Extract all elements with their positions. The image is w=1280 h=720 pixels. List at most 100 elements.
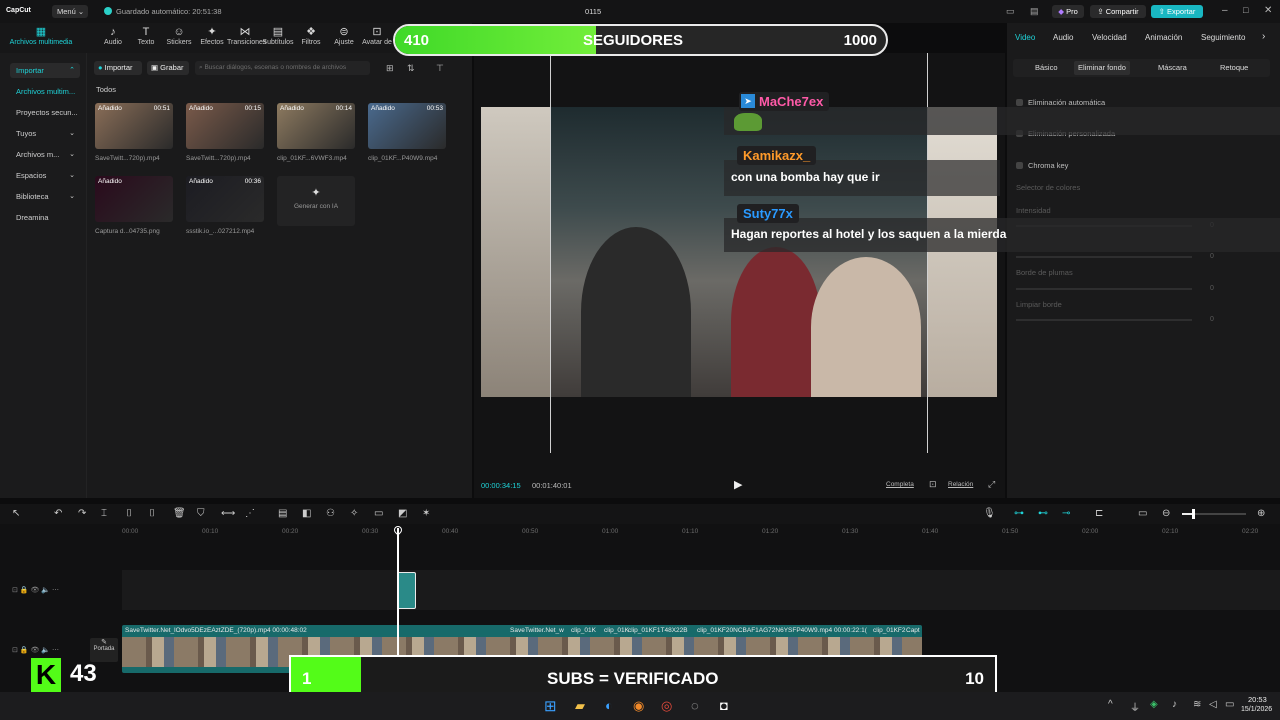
sidebar-item-5[interactable]: Espacios ⌄ [10, 168, 80, 183]
clip-label[interactable]: clip_01KF20NCBAF1AG72N6YSFP40W9.mp4 [697, 627, 832, 634]
media-item[interactable]: Añadido Captura d...04735.png [95, 176, 173, 235]
pro-button[interactable]: ◆ Pro [1052, 5, 1084, 18]
crop-icon[interactable]: ⟷ [221, 508, 235, 519]
obs-icon[interactable]: ◌ [691, 698, 699, 713]
media-thumbnail[interactable]: Añadido 00:51 [95, 103, 173, 149]
media-item[interactable]: Añadido 00:36 ssstik.io_...027212.mp4 [186, 176, 264, 235]
right-tab-2[interactable]: Velocidad [1092, 33, 1127, 42]
zoom-slider-thumb[interactable] [1192, 509, 1195, 519]
toolbar-avatar-button[interactable]: ⊡ Avatar de [359, 26, 395, 46]
sidebar-item-4[interactable]: Archivos m... ⌄ [10, 147, 80, 162]
magnet-icon[interactable]: ⊷ [1038, 508, 1048, 519]
effect-icon[interactable]: ⋰ [245, 508, 255, 519]
layout-icon[interactable]: ▭ [1006, 6, 1015, 17]
capcut-taskbar-icon[interactable]: ◘ [720, 698, 728, 713]
split-icon[interactable]: ⌶ [101, 508, 107, 519]
shortcut-icon[interactable]: ▤ [1030, 6, 1039, 17]
person-icon[interactable]: ⚇ [326, 508, 335, 519]
mirror-icon[interactable]: ◧ [302, 508, 311, 519]
record-button[interactable]: ▣ Grabar [147, 61, 189, 75]
right-subtab-1[interactable]: Eliminar fondo [1074, 61, 1130, 75]
media-search-input[interactable]: ⌕ Buscar diálogos, escenas o nombres de … [195, 61, 370, 75]
windows-start-icon[interactable]: ⊞ [544, 697, 557, 715]
sidebar-item-2[interactable]: Proyectos secun... [10, 105, 80, 120]
close-icon[interactable]: ✕ [1264, 5, 1272, 16]
chrome-icon[interactable]: ◎ [661, 698, 672, 714]
mic-icon[interactable]: 🎙 [983, 508, 996, 519]
edge-icon[interactable]: ◐ [605, 698, 613, 713]
tabs-more-icon[interactable]: › [1262, 31, 1265, 42]
export-button[interactable]: ⇧ Exportar [1151, 5, 1203, 18]
tray-chevron-icon[interactable]: ^ [1108, 699, 1113, 710]
file-explorer-icon[interactable]: ▰ [575, 698, 585, 714]
volume-icon[interactable]: ◁ [1209, 699, 1217, 710]
right-tab-0[interactable]: Video [1015, 33, 1035, 42]
aspect-ratio-button[interactable]: Relación [948, 481, 973, 488]
sidebar-item-0[interactable]: Importar ⌃ [10, 63, 80, 78]
tray-mic-icon[interactable]: ♪ [1172, 699, 1177, 710]
sidebar-item-1[interactable]: Archivos multim... [10, 84, 80, 99]
toolbar-filter-button[interactable]: ❖ Filtros [293, 26, 329, 46]
media-thumbnail[interactable]: Añadido 00:53 [368, 103, 446, 149]
cover-button[interactable]: ✎ Portada [90, 638, 118, 662]
media-thumbnail[interactable]: Añadido 00:36 [186, 176, 264, 222]
firefox-icon[interactable]: ◉ [633, 698, 644, 714]
right-tab-3[interactable]: Animación [1145, 33, 1182, 42]
zoom-fit-icon[interactable]: ▭ [1138, 508, 1147, 519]
right-tab-4[interactable]: Seguimiento [1201, 33, 1245, 42]
filter-icon[interactable]: ⊤ [436, 63, 444, 74]
sidebar-item-7[interactable]: Dreamina [10, 210, 80, 225]
right-subtab-2[interactable]: Máscara [1154, 61, 1191, 75]
preview-axis-icon[interactable]: ⊏ [1095, 508, 1103, 519]
toolbar-media-button[interactable]: ▦ Archivos multimedia [4, 26, 78, 46]
clip-label[interactable]: clip_01KF1T48X22B [628, 627, 688, 634]
sidebar-item-3[interactable]: Tuyos ⌄ [10, 126, 80, 141]
clip-label[interactable]: clip_01K [604, 627, 629, 634]
snapshot-icon[interactable]: ⊡ [929, 479, 937, 490]
select-tool-icon[interactable]: ↖ [12, 508, 20, 519]
wifi-icon[interactable]: ≋ [1193, 699, 1201, 710]
maximize-icon[interactable]: □ [1243, 5, 1248, 15]
shield-icon[interactable]: ◈ [1150, 699, 1158, 710]
minimize-icon[interactable]: – [1222, 5, 1228, 16]
media-thumbnail[interactable]: Añadido 00:15 [186, 103, 264, 149]
toolbar-adjust-button[interactable]: ⊜ Ajuste [326, 26, 362, 46]
redo-icon[interactable]: ↷ [78, 508, 86, 519]
right-tab-1[interactable]: Audio [1053, 33, 1073, 42]
caption-icon[interactable]: ▭ [374, 508, 383, 519]
share-button[interactable]: ⇪ Compartir [1090, 5, 1146, 18]
import-button[interactable]: ● Importar [94, 61, 142, 75]
media-item[interactable]: Añadido 00:51 SaveTwitt...720p).mp4 [95, 103, 173, 162]
right-slider-3[interactable] [1016, 319, 1192, 321]
filter-all-label[interactable]: Todos [96, 85, 116, 94]
sort-icon[interactable]: ⇅ [407, 63, 415, 74]
toolbar-text-button[interactable]: T Texto [128, 26, 164, 46]
right-slider-1[interactable] [1016, 256, 1192, 258]
link-icon[interactable]: ⊶ [1014, 508, 1024, 519]
snap-icon[interactable]: ⊸ [1062, 508, 1070, 519]
magic-icon[interactable]: ✧ [350, 508, 358, 519]
right-subtab-0[interactable]: Básico [1031, 61, 1062, 75]
delete-icon[interactable]: 🗑 [173, 508, 186, 519]
grid-view-icon[interactable]: ⊞ [386, 63, 394, 74]
toolbar-transition-button[interactable]: ⋈ Transiciones [227, 26, 266, 46]
generate-ai-tile[interactable]: ✦ Generar con IA [277, 176, 355, 226]
right-value-2[interactable]: 0 [1210, 285, 1214, 292]
toolbar-subtitle-button[interactable]: ▤ Subtítulos [260, 26, 296, 46]
camera-icon[interactable]: ◩ [398, 508, 407, 519]
right-row-label-0[interactable]: Eliminación automática [1028, 98, 1105, 107]
fullscreen-icon[interactable]: ⤢ [988, 479, 995, 490]
overlay-clip[interactable] [397, 572, 416, 609]
toolbar-audio-button[interactable]: ♪ Audio [95, 26, 131, 46]
clip-label[interactable]: 00:00:22:1( [834, 627, 867, 634]
battery-icon[interactable]: ▭ [1225, 699, 1234, 710]
right-value-3[interactable]: 0 [1210, 316, 1214, 323]
track-lock-icon[interactable]: ⊡ 🔒 👁 🔈 ⋯ [12, 586, 59, 594]
sidebar-item-6[interactable]: Biblioteca ⌄ [10, 189, 80, 204]
right-value-1[interactable]: 0 [1210, 253, 1214, 260]
zoom-out-icon[interactable]: ⊖ [1162, 508, 1170, 519]
full-quality-button[interactable]: Completa [886, 481, 914, 488]
usb-icon[interactable]: ⏚ [1130, 699, 1140, 714]
clip-label[interactable]: SaveTwitter.Net_lOdvo5DEzEAztZDE_(720p).… [125, 627, 307, 634]
media-thumbnail[interactable]: Añadido [95, 176, 173, 222]
